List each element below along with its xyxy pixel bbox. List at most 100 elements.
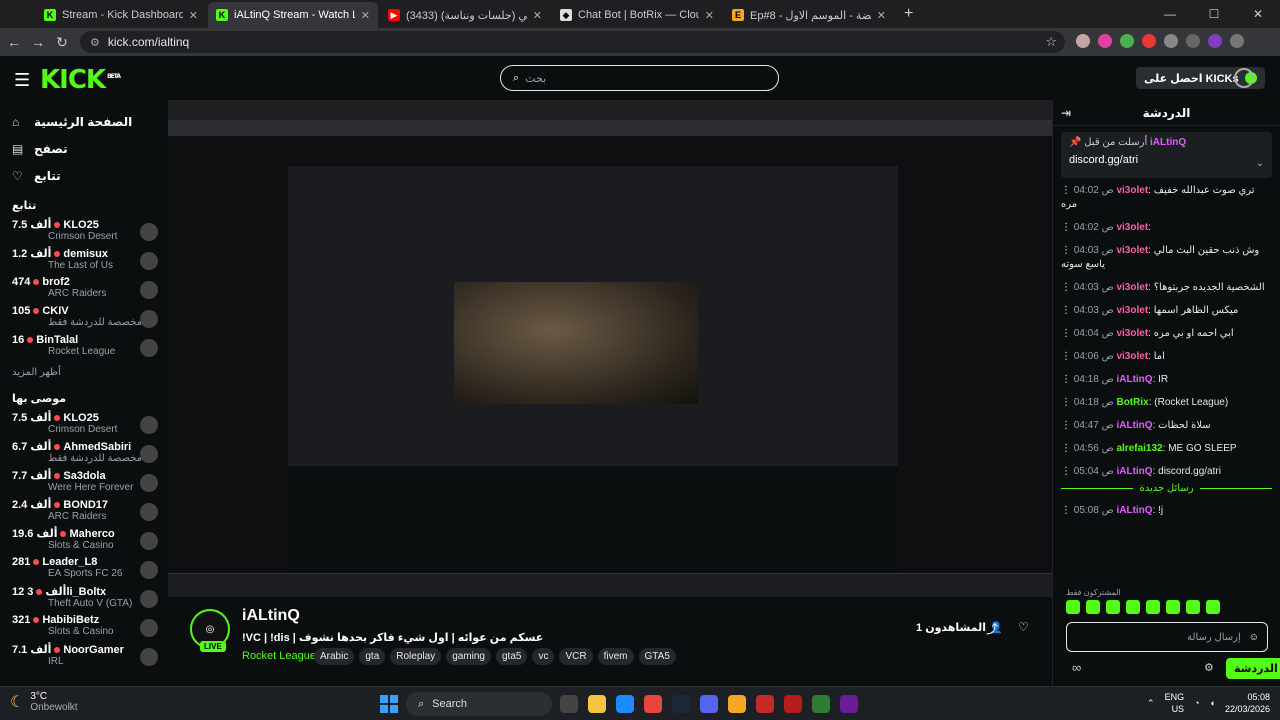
stream-tag[interactable]: vc: [532, 648, 555, 665]
profile-icon[interactable]: [1208, 34, 1222, 48]
show-more-link[interactable]: أظهر المزيد: [0, 363, 168, 382]
tab-episode[interactable]: E Ep#8 - الغميضة - الموسم الاول ✕: [724, 2, 894, 28]
site-info-icon[interactable]: ⚙: [90, 36, 100, 49]
emote-icon[interactable]: [1206, 600, 1220, 614]
channel-row[interactable]: 12 ألف3li_Boltx Theft Auto V (GTA): [0, 585, 168, 614]
pin-icon[interactable]: ⋮: [1061, 443, 1074, 454]
pin-icon[interactable]: ⋮: [1061, 505, 1074, 516]
pin-icon[interactable]: ⋮: [1061, 328, 1074, 339]
forward-icon[interactable]: →: [26, 34, 50, 50]
message-user[interactable]: iALtinQ: [1116, 374, 1152, 385]
chevron-down-icon[interactable]: ⌄: [1256, 158, 1264, 169]
back-icon[interactable]: ←: [2, 34, 26, 50]
close-window-icon[interactable]: ✕: [1236, 0, 1280, 28]
streamer-name[interactable]: iALtinQ: [242, 607, 300, 625]
message-user[interactable]: vi3olet: [1116, 305, 1148, 316]
message-user[interactable]: vi3olet: [1116, 351, 1148, 362]
close-icon[interactable]: ✕: [705, 9, 714, 22]
tab-kick-dashboard[interactable]: K Stream - Kick Dashboard ✕: [36, 2, 206, 28]
stream-tag[interactable]: Arabic: [314, 648, 355, 665]
channel-row[interactable]: 2.4 ألف BOND17 ARC Raiders: [0, 498, 168, 527]
tab-botrix[interactable]: ◆ Chat Bot | BotRix — Cloud Stre ✕: [552, 2, 722, 28]
clock[interactable]: 05:08 22/03/2026: [1225, 691, 1270, 715]
channel-row[interactable]: 7.5 ألف KLO25 Crimson Desert: [0, 218, 168, 247]
pin-icon[interactable]: ⋮: [1061, 305, 1074, 316]
message-user[interactable]: alrefai132: [1116, 443, 1162, 454]
close-icon[interactable]: ✕: [361, 9, 370, 22]
emoji-icon[interactable]: ☺: [1249, 632, 1259, 643]
message-user[interactable]: BotRix: [1116, 397, 1148, 408]
user-avatar[interactable]: [1234, 68, 1254, 88]
message-user[interactable]: iALtinQ: [1116, 420, 1152, 431]
emote-icon[interactable]: [1086, 600, 1100, 614]
message-user[interactable]: vi3olet: [1116, 185, 1148, 196]
pin-icon[interactable]: ⋮: [1061, 185, 1074, 196]
stream-category[interactable]: Rocket League: [242, 650, 316, 662]
collapse-chat-icon[interactable]: ⇥: [1061, 106, 1071, 120]
sidebar-item-following[interactable]: ♡ تتابع: [0, 162, 168, 189]
message-user[interactable]: iALtinQ: [1116, 466, 1152, 477]
close-icon[interactable]: ✕: [533, 9, 542, 22]
app-icon[interactable]: [784, 695, 802, 713]
playlist-icon[interactable]: [1186, 34, 1200, 48]
url-field[interactable]: ⚙ kick.com/ialtinq ☆: [80, 31, 1065, 53]
wifi-icon[interactable]: ◔: [1194, 698, 1199, 708]
kick-logo[interactable]: KICK BETA: [40, 65, 121, 95]
emote-icon[interactable]: [1126, 600, 1140, 614]
pin-icon[interactable]: ⋮: [1061, 222, 1074, 233]
stream-tag[interactable]: Roleplay: [390, 648, 442, 665]
stream-tag[interactable]: gta: [359, 648, 386, 665]
taskbar-search[interactable]: ⌕ Search: [406, 692, 552, 716]
emote-icon[interactable]: [1106, 600, 1120, 614]
app-icon[interactable]: [812, 695, 830, 713]
new-tab-button[interactable]: +: [896, 2, 921, 28]
pin-icon[interactable]: ⋮: [1061, 420, 1074, 431]
message-user[interactable]: vi3olet: [1116, 245, 1148, 256]
pin-icon[interactable]: ⋮: [1061, 466, 1074, 477]
channel-row[interactable]: 7.7 ألف Sa3dola Were Here Forever: [0, 469, 168, 498]
close-icon[interactable]: ✕: [877, 9, 886, 22]
menu-icon[interactable]: [1230, 34, 1244, 48]
puzzle-icon[interactable]: [1164, 34, 1178, 48]
channel-row[interactable]: 7.5 ألف KLO25 Crimson Desert: [0, 411, 168, 440]
app-icon[interactable]: [840, 695, 858, 713]
video-player[interactable]: [168, 100, 1052, 597]
pin-icon[interactable]: ⋮: [1061, 374, 1074, 385]
chevron-up-icon[interactable]: ⌃: [1147, 698, 1155, 709]
edge-icon[interactable]: [616, 695, 634, 713]
channel-row[interactable]: 105 CKIV مخصصة للدردشة فقط: [0, 305, 168, 334]
channel-row[interactable]: 19.6 ألف Maherco Slots & Casino: [0, 527, 168, 556]
emote-icon[interactable]: [1066, 600, 1080, 614]
stream-tag[interactable]: gaming: [446, 648, 491, 665]
share-icon[interactable]: ⤴: [986, 620, 998, 637]
follow-icon[interactable]: ♡: [1018, 620, 1029, 634]
steam-icon[interactable]: [672, 695, 690, 713]
maximize-icon[interactable]: ☐: [1192, 0, 1236, 28]
channel-row[interactable]: 6.7 ألف AhmedSabiri مخصصة للدردشة فقط: [0, 440, 168, 469]
infinity-icon[interactable]: ∞: [1072, 660, 1081, 675]
pin-icon[interactable]: ⋮: [1061, 397, 1074, 408]
message-user[interactable]: vi3olet: [1116, 282, 1148, 293]
hamburger-icon[interactable]: ☰: [14, 70, 30, 91]
channel-row[interactable]: 474 brof2 ARC Raiders: [0, 276, 168, 305]
stream-tag[interactable]: GTA5: [638, 648, 676, 665]
stream-tag[interactable]: VCR: [559, 648, 593, 665]
task-view-icon[interactable]: [560, 695, 578, 713]
reload-icon[interactable]: ↻: [50, 34, 74, 51]
windows-start-icon[interactable]: [380, 695, 398, 713]
message-user[interactable]: vi3olet: [1116, 328, 1148, 339]
app-icon[interactable]: [728, 695, 746, 713]
volume-icon[interactable]: ◖: [1210, 698, 1215, 708]
send-chat-button[interactable]: الدردشة: [1226, 658, 1280, 679]
tab-youtube[interactable]: ▶ (3433) داليا - خذني (جلسات ونناسة) ✕: [380, 2, 550, 28]
pin-icon[interactable]: ⋮: [1061, 282, 1074, 293]
extension-icon[interactable]: [1098, 34, 1112, 48]
pin-icon[interactable]: ⋮: [1061, 245, 1074, 256]
chrome-icon[interactable]: [644, 695, 662, 713]
message-user[interactable]: iALtinQ: [1116, 505, 1152, 516]
bookmark-star-icon[interactable]: ☆: [1045, 34, 1057, 50]
pin-icon[interactable]: ⋮: [1061, 351, 1074, 362]
channel-row[interactable]: 16 BinTalal Rocket League: [0, 334, 168, 363]
tab-ialtinq-stream[interactable]: K iALtinQ Stream - Watch Live on ✕: [208, 2, 378, 28]
stream-tag[interactable]: gta5: [496, 648, 528, 665]
